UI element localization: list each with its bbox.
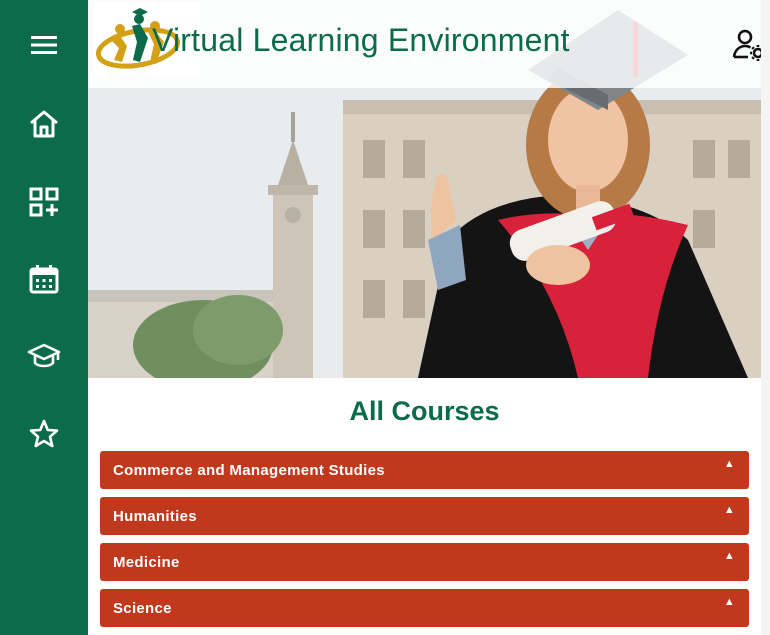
top-header: Virtual Learning Environment: [88, 0, 761, 88]
course-category-label: Humanities: [113, 507, 197, 525]
apps-add-icon: [29, 187, 59, 217]
hamburger-menu-icon: [31, 36, 57, 54]
section-title: All Courses: [349, 396, 500, 426]
sidebar-item-home[interactable]: [0, 96, 88, 152]
course-category-label: Medicine: [113, 553, 180, 571]
course-category-commerce[interactable]: Commerce and Management Studies ▲: [100, 451, 749, 489]
site-title: Virtual Learning Environment: [152, 22, 570, 58]
graduation-cap-icon: [27, 343, 61, 368]
menu-button[interactable]: [0, 17, 88, 73]
course-category-medicine[interactable]: Medicine ▲: [100, 543, 749, 581]
caret-up-icon: ▲: [723, 458, 735, 470]
caret-up-icon: ▲: [723, 550, 735, 562]
course-category-label: Commerce and Management Studies: [113, 461, 385, 479]
hero-banner: Virtual Learning Environment: [88, 0, 761, 378]
user-settings-button[interactable]: [731, 26, 761, 64]
sidebar-item-calendar[interactable]: [0, 251, 88, 307]
course-category-label: Science: [113, 599, 172, 617]
course-category-science[interactable]: Science ▲: [100, 589, 749, 627]
star-icon: [29, 419, 59, 448]
sidebar-item-courses[interactable]: [0, 328, 88, 384]
course-category-humanities[interactable]: Humanities ▲: [100, 497, 749, 535]
main-content: Virtual Learning Environment All Courses…: [88, 0, 770, 635]
sidebar-item-apps[interactable]: [0, 174, 88, 230]
calendar-icon: [29, 265, 59, 294]
caret-up-icon: ▲: [723, 504, 735, 516]
vertical-scrollbar[interactable]: [761, 0, 770, 635]
sidebar-item-favorites[interactable]: [0, 406, 88, 462]
caret-up-icon: ▲: [723, 596, 735, 608]
user-gear-icon: [732, 29, 761, 61]
home-icon: [30, 110, 58, 138]
sidebar: [0, 0, 88, 635]
